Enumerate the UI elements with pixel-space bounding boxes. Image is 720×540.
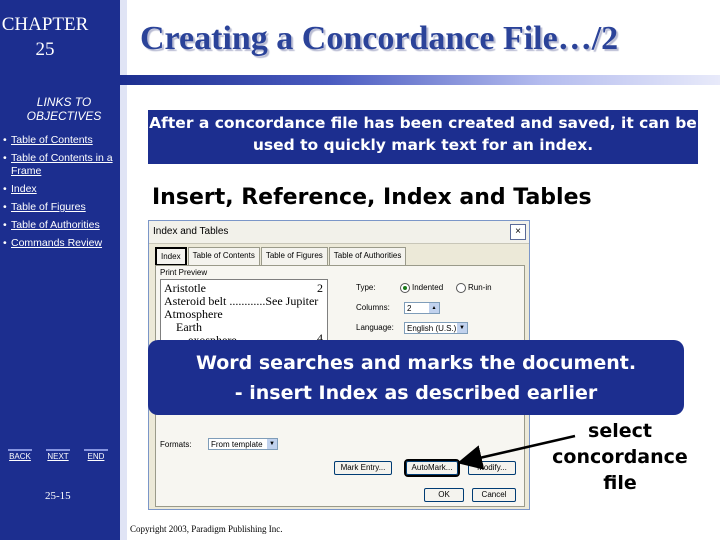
bullet: • bbox=[3, 201, 7, 213]
page-number: 25-15 bbox=[45, 490, 71, 502]
columns-value: 2 bbox=[407, 304, 412, 313]
nav-item-figures[interactable]: • Table of Figures bbox=[3, 201, 119, 214]
tab-table-of-authorities[interactable]: Table of Authorities bbox=[328, 247, 407, 266]
bullet: • bbox=[3, 219, 7, 231]
bullet: • bbox=[3, 183, 7, 195]
end-button[interactable]: END bbox=[84, 449, 108, 461]
language-select[interactable]: English (U.S.) ▼ bbox=[404, 322, 468, 334]
mark-entry-button[interactable]: Mark Entry... bbox=[334, 461, 392, 475]
dialog-tabs: Index Table of Contents Table of Figures… bbox=[155, 247, 407, 266]
bullet: • bbox=[3, 134, 7, 146]
nav-link[interactable]: Index bbox=[11, 183, 37, 196]
type-label: Type: bbox=[356, 283, 376, 292]
automark-button[interactable]: AutoMark... bbox=[404, 459, 460, 477]
intro-box: After a concordance file has been create… bbox=[148, 110, 698, 164]
cancel-button[interactable]: Cancel bbox=[472, 488, 516, 502]
objectives-nav: • Table of Contents • Table of Contents in… bbox=[3, 134, 119, 255]
nav-item-authorities[interactable]: • Table of Authorities bbox=[3, 219, 119, 232]
links-title: LINKS TO OBJECTIVES bbox=[26, 95, 102, 123]
indented-radio[interactable] bbox=[400, 283, 410, 293]
ok-button[interactable]: OK bbox=[424, 488, 464, 502]
chapter-label: CHAPTER 25 bbox=[0, 12, 90, 62]
title-rule bbox=[120, 75, 720, 85]
indented-label: Indented bbox=[412, 283, 444, 292]
columns-label: Columns: bbox=[356, 303, 390, 312]
nav-link[interactable]: Table of Figures bbox=[11, 201, 86, 214]
next-button[interactable]: NEXT bbox=[46, 449, 70, 461]
preview-page: 2 bbox=[317, 281, 323, 295]
nav-link[interactable]: Table of Authorities bbox=[11, 219, 100, 232]
language-label: Language: bbox=[356, 323, 394, 332]
select-concordance-note: select concordance file bbox=[552, 420, 688, 494]
columns-stepper[interactable]: 2 ▴ bbox=[404, 302, 440, 314]
chevron-down-icon[interactable]: ▼ bbox=[457, 323, 467, 333]
modify-button[interactable]: Modify... bbox=[468, 461, 516, 475]
nav-item-commands[interactable]: • Commands Review bbox=[3, 237, 119, 250]
dialog-titlebar: Index and Tables × bbox=[149, 221, 529, 244]
dialog-title: Index and Tables bbox=[153, 226, 229, 237]
language-value: English (U.S.) bbox=[407, 324, 457, 333]
nav-item-toc[interactable]: • Table of Contents bbox=[3, 134, 119, 147]
sidebar: CHAPTER 25 LINKS TO OBJECTIVES • Table of… bbox=[0, 0, 120, 540]
nav-link[interactable]: Table of Contents in a Frame bbox=[11, 152, 119, 178]
nav-link[interactable]: Commands Review bbox=[11, 237, 102, 250]
preview-entry: Earth bbox=[176, 320, 202, 334]
menu-path-heading: Insert, Reference, Index and Tables bbox=[152, 185, 592, 210]
run-in-label: Run-in bbox=[468, 283, 492, 292]
callout-line: Word searches and marks the document. bbox=[195, 352, 637, 374]
back-button[interactable]: BACK bbox=[8, 449, 32, 461]
print-preview-label: Print Preview bbox=[160, 268, 208, 277]
formats-label: Formats: bbox=[160, 440, 192, 449]
preview-entry: Asteroid belt ............See Jupiter bbox=[164, 294, 319, 308]
formats-select[interactable]: From template ▼ bbox=[208, 438, 278, 450]
slide-title: Creating a Concordance File…/2 bbox=[140, 20, 619, 57]
chapter-word: CHAPTER bbox=[1, 14, 89, 35]
nav-link[interactable]: Table of Contents bbox=[11, 134, 93, 147]
spin-icon[interactable]: ▴ bbox=[429, 303, 439, 313]
chevron-down-icon[interactable]: ▼ bbox=[267, 439, 277, 449]
chapter-number: 25 bbox=[35, 39, 55, 60]
copyright: Copyright 2003, Paradigm Publishing Inc. bbox=[130, 524, 283, 534]
callout-line: - insert Index as described earlier bbox=[234, 382, 598, 404]
preview-entry: Atmosphere bbox=[164, 307, 223, 321]
formats-value: From template bbox=[211, 440, 263, 449]
close-icon[interactable]: × bbox=[510, 224, 526, 240]
nav-item-index[interactable]: • Index bbox=[3, 183, 119, 196]
slide-nav-buttons: BACK NEXT END bbox=[8, 449, 108, 461]
preview-entry: Aristotle bbox=[164, 281, 206, 295]
callout-box: Word searches and marks the document. - … bbox=[148, 340, 684, 415]
nav-item-toc-frame[interactable]: • Table of Contents in a Frame bbox=[3, 152, 119, 178]
tab-table-of-contents[interactable]: Table of Contents bbox=[187, 247, 260, 266]
tab-table-of-figures[interactable]: Table of Figures bbox=[260, 247, 328, 266]
run-in-radio[interactable] bbox=[456, 283, 466, 293]
tab-index[interactable]: Index bbox=[155, 247, 187, 266]
bullet: • bbox=[3, 152, 7, 164]
bullet: • bbox=[3, 237, 7, 249]
